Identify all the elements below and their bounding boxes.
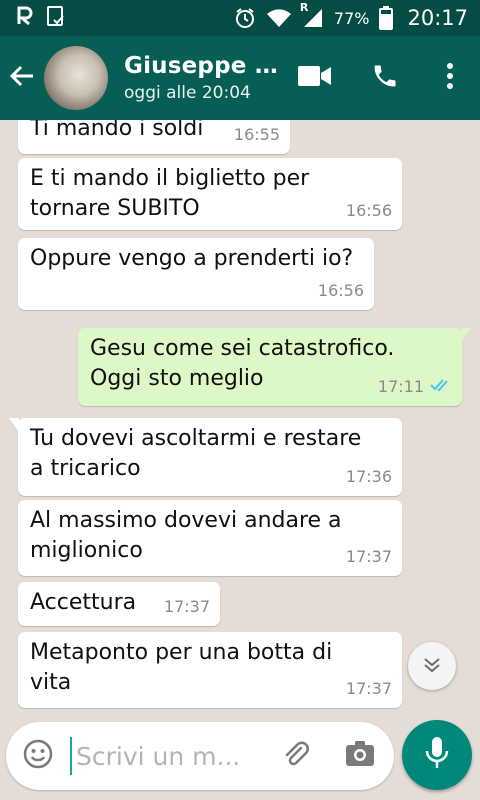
status-bar: R 77% 20:17 [0, 0, 480, 36]
attach-button[interactable] [276, 736, 316, 776]
attach-icon [281, 739, 311, 773]
message-time: 16:56 [345, 201, 392, 220]
message-time: 17:37 [345, 679, 392, 698]
video-call-button[interactable] [280, 36, 350, 120]
message-text: Al massimo dovevi andare a miglionico [30, 508, 342, 563]
r-logo-icon [14, 5, 36, 32]
read-ticks-icon [430, 372, 452, 402]
message-list[interactable]: Ti mando i soldi 16:55 E ti mando il big… [0, 120, 480, 718]
camera-button[interactable] [340, 736, 380, 776]
signal-icon: R [300, 1, 324, 29]
message-time: 17:37 [345, 547, 392, 566]
message-bubble[interactable]: Gesu come sei catastrofico. Oggi sto meg… [78, 328, 471, 406]
back-arrow-icon [8, 62, 36, 94]
message-time: 17:36 [345, 467, 392, 486]
message-time: 16:56 [317, 281, 364, 300]
mic-icon [425, 736, 449, 774]
message-bubble[interactable]: Accettura 17:37 [18, 582, 220, 626]
more-options-icon [446, 62, 454, 94]
clock: 20:17 [407, 6, 468, 30]
camera-icon [345, 740, 375, 772]
message-text: Metaponto per una botta di vita [30, 640, 333, 695]
message-bubble[interactable]: Metaponto per una botta di vita 17:37 [18, 632, 402, 708]
tablet-check-icon [46, 5, 66, 32]
contact-name: Giuseppe A... [124, 53, 294, 79]
message-time: 16:55 [233, 125, 280, 144]
contact-info[interactable]: Giuseppe A... oggi alle 20:04 [124, 53, 294, 103]
message-bubble[interactable]: Oppure vengo a prenderti io? 16:56 [18, 238, 374, 310]
message-bubble[interactable]: Al massimo dovevi andare a miglionico 17… [18, 500, 402, 576]
alarm-icon [234, 7, 256, 29]
composer [6, 722, 394, 790]
back-button[interactable] [0, 36, 44, 120]
phone-call-button[interactable] [350, 36, 420, 120]
video-call-icon [298, 65, 332, 91]
battery-percent: 77% [333, 8, 370, 28]
more-options-button[interactable] [420, 36, 480, 120]
avatar[interactable] [44, 46, 108, 110]
battery-icon [379, 6, 394, 30]
message-bubble[interactable]: Ti mando i soldi 16:55 [18, 120, 290, 154]
message-text: Oppure vengo a prenderti io? [30, 246, 354, 271]
last-seen: oggi alle 20:04 [124, 83, 251, 103]
message-time: 17:37 [163, 597, 210, 616]
message-bubble[interactable]: Tu dovevi ascoltarmi e restare a tricari… [9, 418, 402, 496]
chevron-down-icon [421, 653, 443, 679]
voice-message-button[interactable] [402, 720, 472, 790]
message-text: E ti mando il biglietto per tornare SUBI… [30, 166, 310, 221]
message-bubble[interactable]: E ti mando il biglietto per tornare SUBI… [18, 158, 402, 230]
message-time: 17:11 [377, 377, 424, 396]
message-text: Tu dovevi ascoltarmi e restare a tricari… [30, 426, 362, 481]
chat-header: Giuseppe A... oggi alle 20:04 [0, 36, 480, 120]
emoji-button[interactable] [6, 722, 70, 790]
message-input[interactable] [70, 737, 266, 775]
wifi-icon [266, 7, 292, 29]
scroll-to-bottom-button[interactable] [408, 642, 456, 690]
phone-call-icon [371, 62, 399, 94]
emoji-icon [23, 739, 53, 773]
